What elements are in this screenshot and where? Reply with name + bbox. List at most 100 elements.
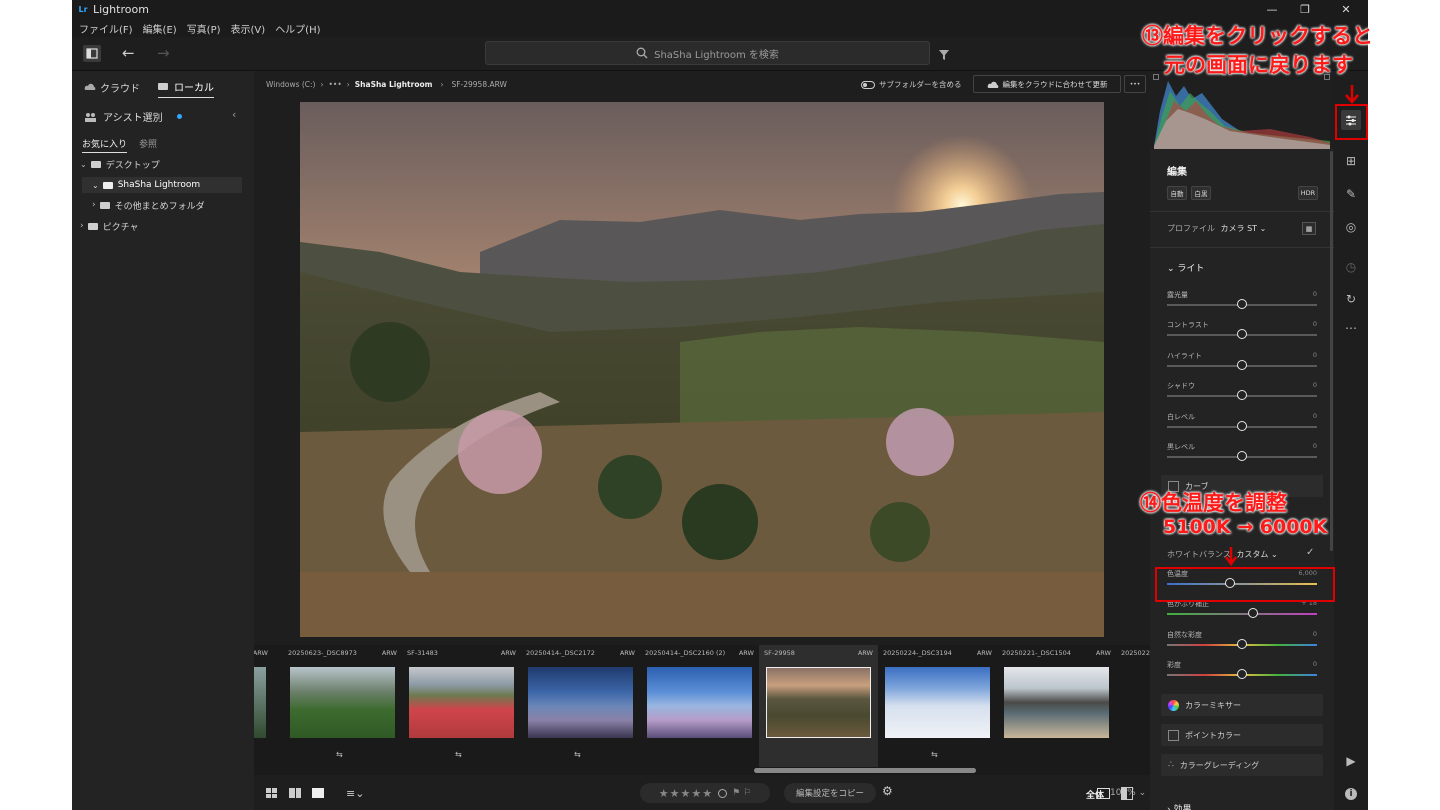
effects-section-header[interactable]: › 効果	[1167, 802, 1192, 810]
slider[interactable]: 露光量 0	[1167, 290, 1317, 314]
slider-knob[interactable]	[1237, 421, 1247, 431]
flag-icon[interactable]: ⚑	[732, 788, 740, 798]
slider-knob[interactable]	[1225, 578, 1235, 588]
forward-arrow-icon[interactable]: →	[157, 44, 170, 62]
menu-help[interactable]: ヘルプ(H)	[275, 21, 320, 36]
slider-value[interactable]: 0	[1313, 320, 1317, 328]
more-tools-icon[interactable]: ⋯	[1341, 318, 1361, 338]
profile-browser-icon[interactable]: ▦	[1302, 222, 1316, 235]
tab-local[interactable]: ローカル	[158, 79, 214, 98]
slider-value[interactable]: 0	[1313, 381, 1317, 389]
copy-settings-button[interactable]: 編集設定をコピー	[784, 783, 876, 803]
filmstrip-item[interactable]: 20250224-_DSC3194 ARW ⇆	[878, 645, 997, 767]
slider[interactable]: 彩度 0	[1167, 660, 1317, 684]
menu-file[interactable]: ファイル(F)	[79, 21, 133, 36]
sync-cloud-button[interactable]: 編集をクラウドに合わせて更新	[973, 75, 1121, 93]
masking-icon[interactable]: ◎	[1341, 217, 1361, 237]
crop-icon[interactable]: ⊞	[1341, 151, 1361, 171]
slider-knob[interactable]	[1237, 451, 1247, 461]
healing-brush-icon[interactable]: ✎	[1341, 184, 1361, 204]
edit-sliders-icon[interactable]	[1341, 110, 1361, 130]
breadcrumb-ellipsis[interactable]: •••	[328, 80, 341, 89]
breadcrumb-folder[interactable]: ShaSha Lightroom	[355, 80, 433, 89]
reject-icon[interactable]	[718, 788, 728, 798]
slider-track[interactable]	[1167, 613, 1317, 615]
slider-value[interactable]: 0	[1313, 630, 1317, 638]
settings-gear-icon[interactable]: ⚙	[882, 784, 893, 798]
slider-value[interactable]: 0	[1313, 412, 1317, 420]
slider-knob[interactable]	[1237, 669, 1247, 679]
slider-track[interactable]	[1167, 583, 1317, 585]
slider-value[interactable]: 6,000	[1298, 569, 1317, 577]
panel-scrollbar[interactable]	[1330, 151, 1333, 551]
subfolder-toggle[interactable]: サブフォルダーを含める	[861, 79, 962, 90]
slider-knob[interactable]	[1237, 299, 1247, 309]
maximize-button[interactable]: ❐	[1290, 0, 1320, 19]
filter-icon[interactable]	[938, 46, 950, 65]
filmstrip-item[interactable]: SF-31483 ARW ⇆	[402, 645, 521, 767]
close-button[interactable]: ✕	[1331, 0, 1361, 19]
slider-knob[interactable]	[1237, 360, 1247, 370]
star-rating[interactable]: ★★★★★	[659, 787, 713, 800]
color-mixer-button[interactable]: カラーミキサー	[1161, 694, 1323, 716]
scrollbar-thumb[interactable]	[754, 768, 976, 773]
sort-icon[interactable]: ≡⌄	[346, 787, 364, 800]
filmstrip-item[interactable]: 20250414-_DSC2172 ARW ⇆	[521, 645, 640, 767]
filmstrip-item[interactable]: ARW	[254, 645, 273, 767]
filmstrip-item[interactable]: 20250221-_DSC1504 ARW	[997, 645, 1116, 767]
light-section-header[interactable]: ⌄ ライト	[1167, 261, 1204, 274]
flag-reject-icon[interactable]: ⚐	[743, 788, 751, 798]
minimize-button[interactable]: —	[1257, 0, 1287, 19]
more-options-button[interactable]: •••	[1124, 75, 1146, 93]
slider[interactable]: コントラスト 0	[1167, 320, 1317, 344]
tree-item-desktop[interactable]: ⌄ デスクトップ	[80, 156, 242, 172]
slider-knob[interactable]	[1247, 608, 1258, 618]
collapse-chevron-icon[interactable]: ‹	[232, 108, 236, 121]
filmstrip-item[interactable]: 2025022	[1116, 645, 1150, 767]
profile-selector[interactable]: プロファイル カメラ ST ⌄	[1167, 223, 1266, 234]
back-arrow-icon[interactable]: ←	[122, 44, 135, 62]
compare-icon[interactable]	[1097, 788, 1110, 799]
breadcrumb-drive[interactable]: Windows (C:)	[266, 80, 315, 89]
slider-value[interactable]: 0	[1313, 290, 1317, 298]
menu-view[interactable]: 表示(V)	[231, 21, 266, 36]
slider[interactable]: ハイライト 0	[1167, 351, 1317, 375]
slider[interactable]: 白レベル 0	[1167, 412, 1317, 436]
filmstrip-item[interactable]: 20250414-_DSC2160 (2) ARW	[640, 645, 759, 767]
tab-cloud[interactable]: クラウド	[84, 79, 140, 98]
info-icon[interactable]: i	[1341, 784, 1361, 804]
assist-select[interactable]: アシスト選別	[84, 109, 182, 124]
color-grading-button[interactable]: ∴ カラーグレーディング	[1161, 754, 1323, 776]
slider-knob[interactable]	[1237, 390, 1247, 400]
eyedropper-icon[interactable]: ✓	[1306, 547, 1314, 558]
slider[interactable]: 黒レベル 0	[1167, 442, 1317, 466]
square-grid-icon[interactable]	[289, 788, 301, 798]
slider[interactable]: 色かぶり補正 + 18	[1167, 599, 1317, 623]
search-bar[interactable]: ShaSha Lightroom を検索	[485, 41, 930, 65]
slider-value[interactable]: + 18	[1301, 599, 1317, 607]
filmstrip-item[interactable]: 20250623-_DSC8973 ARW ⇆	[283, 645, 402, 767]
main-photo[interactable]	[300, 102, 1104, 637]
panel-toggle-icon[interactable]	[83, 45, 101, 62]
slider-knob[interactable]	[1237, 639, 1247, 649]
slider-knob[interactable]	[1237, 329, 1247, 339]
before-after-icon[interactable]	[1121, 787, 1133, 800]
filmstrip-scrollbar[interactable]	[254, 767, 1150, 775]
tree-item-shasha-lightroom[interactable]: ⌄ ShaSha Lightroom	[82, 177, 242, 193]
grid-view-icon[interactable]	[266, 788, 277, 798]
versions-icon[interactable]: ↻	[1341, 289, 1361, 309]
slider-value[interactable]: 0	[1313, 351, 1317, 359]
white-balance-selector[interactable]: ホワイトバランス カスタム ⌄	[1167, 549, 1278, 560]
auto-button[interactable]: 自動	[1167, 186, 1187, 200]
history-icon[interactable]: ◷	[1341, 257, 1361, 277]
slider-value[interactable]: 0	[1313, 660, 1317, 668]
filmstrip-item-selected[interactable]: SF-29958 ARW	[759, 645, 878, 767]
slider[interactable]: 色温度 6,000	[1167, 569, 1317, 593]
shadow-clip-icon[interactable]	[1153, 74, 1159, 80]
slider-value[interactable]: 0	[1313, 442, 1317, 450]
tree-item-other-folder[interactable]: › その他まとめフォルダ	[92, 197, 254, 213]
bw-button[interactable]: 白黒	[1191, 186, 1211, 200]
tab-favorites[interactable]: お気に入り	[82, 137, 128, 153]
menu-edit[interactable]: 編集(E)	[143, 21, 177, 36]
detail-view-icon[interactable]	[312, 788, 324, 798]
